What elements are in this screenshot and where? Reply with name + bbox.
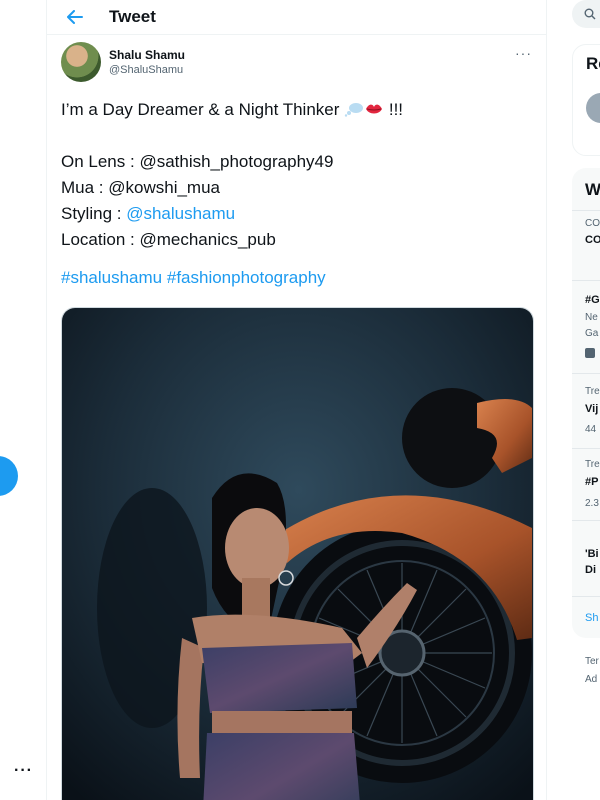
credit-mua-label: Mua :: [61, 178, 109, 197]
search-input[interactable]: [572, 0, 600, 28]
credit-lens-value: @sathish_photography49: [139, 152, 334, 171]
trend-meta: Tre: [585, 386, 600, 397]
relevant-people-card: Re: [572, 44, 600, 156]
trend-meta: Tre: [585, 459, 600, 470]
page-title: Tweet: [109, 7, 156, 26]
trends-title: W: [585, 180, 600, 199]
styling-mention-link[interactable]: @shalushamu: [126, 204, 235, 223]
tweet-line-1: I’m a Day Dreamer & a Night Thinker !!!: [61, 97, 532, 123]
trend-name[interactable]: CO: [585, 234, 600, 246]
tweet-column: Tweet Shalu Shamu @ShaluShamu ··· I’m a …: [46, 0, 547, 800]
credit-styling: Styling : @shalushamu: [61, 201, 532, 227]
trend-meta: Ga: [585, 328, 599, 339]
credit-mua: Mua : @kowshi_mua: [61, 175, 532, 201]
tweet-photo[interactable]: [61, 307, 534, 800]
footer-link[interactable]: Ad: [585, 674, 597, 685]
tweet-line-1-suffix: !!!: [384, 100, 404, 119]
page-header: Tweet: [47, 0, 546, 35]
thought-balloon-icon: [344, 103, 364, 117]
search-icon: [584, 8, 596, 20]
credit-location: Location : @mechanics_pub: [61, 227, 532, 253]
credit-lens-label: On Lens :: [61, 152, 140, 171]
news-headline[interactable]: 'Bi: [585, 548, 599, 560]
credit-location-label: Location :: [61, 230, 140, 249]
trend-name[interactable]: #G: [585, 294, 600, 306]
credit-mua-value: @kowshi_mua: [108, 178, 220, 197]
compose-tweet-button[interactable]: [0, 456, 18, 496]
photo-illustration: [62, 308, 533, 800]
credit-lens: On Lens : @sathish_photography49: [61, 149, 532, 175]
credit-styling-label: Styling :: [61, 204, 127, 223]
hashtag-link[interactable]: #fashionphotography: [167, 268, 326, 287]
news-headline[interactable]: Di: [585, 564, 596, 576]
avatar[interactable]: [61, 42, 101, 82]
author-display-name[interactable]: Shalu Shamu: [109, 47, 185, 63]
hashtag-link[interactable]: #shalushamu: [61, 268, 162, 287]
tweet-line-1-text: I’m a Day Dreamer & a Night Thinker: [61, 100, 345, 119]
show-more-link[interactable]: Sh: [585, 612, 598, 624]
trend-name[interactable]: #P: [585, 476, 598, 488]
tweet-author: Shalu Shamu @ShaluShamu ···: [47, 35, 546, 89]
credit-location-value: @mechanics_pub: [139, 230, 276, 249]
tweet-text: I’m a Day Dreamer & a Night Thinker !!! …: [47, 89, 546, 291]
trends-card: W CO CO #G Ne Ga Tre Vij 44 Tre #P 2.3 '…: [572, 168, 600, 638]
trend-meta: CO: [585, 218, 600, 229]
avatar[interactable]: [586, 93, 600, 123]
right-sidebar: Re W CO CO #G Ne Ga Tre Vij 44 Tre #P 2.…: [547, 0, 600, 800]
tweet-more-icon[interactable]: ···: [515, 45, 532, 61]
trend-meta: Ne: [585, 312, 598, 323]
trend-name[interactable]: Vij: [585, 403, 598, 415]
more-options-icon[interactable]: ···: [14, 762, 33, 780]
tweet-hashtags: #shalushamu #fashionphotography: [61, 265, 532, 291]
author-handle[interactable]: @ShaluShamu: [109, 63, 185, 77]
trend-count: 2.3: [585, 498, 599, 509]
back-arrow-icon[interactable]: [65, 7, 85, 27]
kiss-mark-icon: [366, 104, 383, 114]
footer-link[interactable]: Ter: [585, 656, 599, 667]
trend-count: 44: [585, 424, 597, 435]
relevant-people-title: Re: [586, 54, 600, 73]
trend-image-icon: [585, 348, 595, 358]
left-nav-rail: ···: [0, 0, 46, 800]
